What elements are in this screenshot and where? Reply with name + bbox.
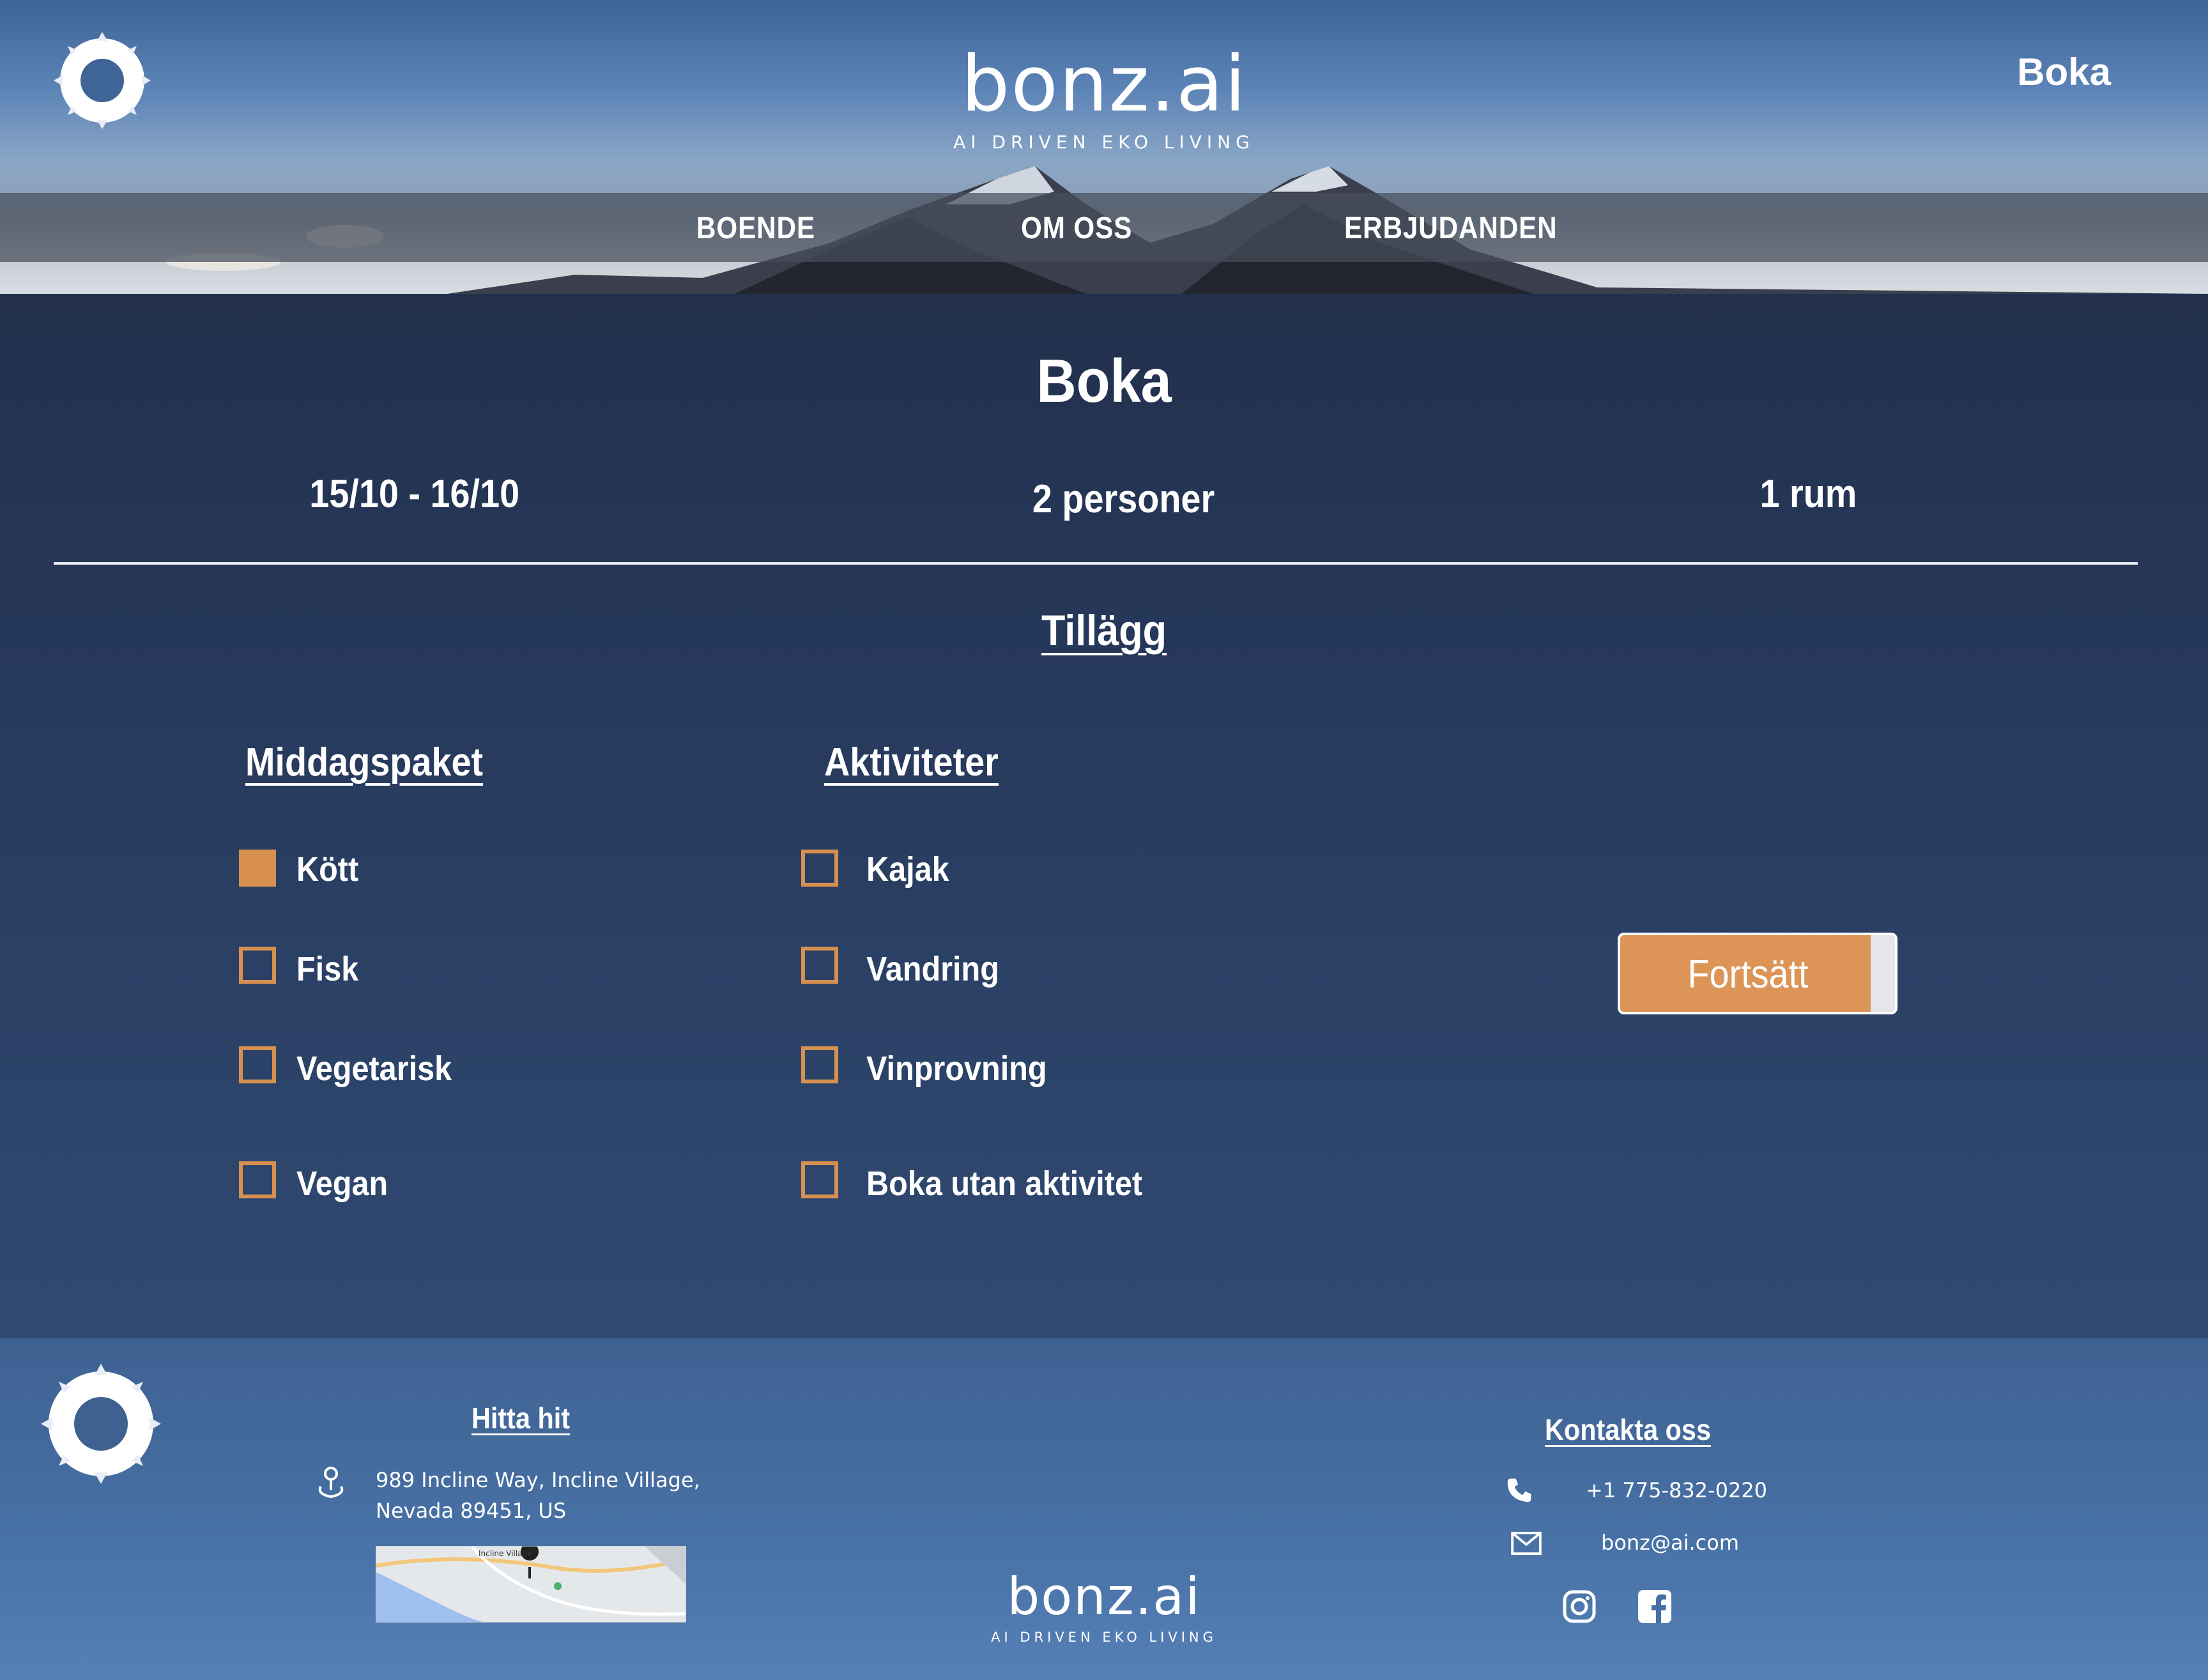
email-address[interactable]: bonz@ai.com [1601, 1527, 1739, 1558]
location-map[interactable]: Incline Village [376, 1546, 686, 1623]
checkbox[interactable] [801, 1046, 838, 1083]
activity-option-wine-tasting[interactable]: Vinprovning [801, 1046, 1248, 1088]
sun-logo-core [80, 59, 124, 102]
phone-icon[interactable] [1505, 1476, 1533, 1504]
divider [54, 562, 2138, 565]
checkbox[interactable] [801, 850, 838, 887]
nav-item-erbjudanden[interactable]: ERBJUDANDEN [1344, 211, 1558, 246]
summary-guests[interactable]: 2 personer [1032, 477, 1215, 522]
section-title-addons: Tillägg [1041, 606, 1167, 655]
brand-tagline: AI DRIVEN EKO LIVING [953, 132, 1255, 153]
map-place-label: Incline Village [479, 1549, 532, 1558]
checkbox[interactable] [801, 947, 838, 984]
checkbox[interactable] [239, 947, 276, 984]
dinner-option-vegan[interactable]: Vegan [239, 1161, 558, 1203]
footer-brand-logo[interactable]: bonz.ai AI DRIVEN EKO LIVING [944, 1567, 1264, 1646]
dinner-option-meat[interactable]: Kött [239, 850, 558, 890]
book-link[interactable]: Boka [2017, 50, 2111, 94]
checkbox[interactable] [239, 1046, 276, 1083]
button-edge [1871, 935, 1895, 1012]
location-pin-icon [318, 1467, 344, 1499]
activities-title: Aktiviteter [824, 740, 999, 784]
option-label: Kajak [866, 850, 949, 889]
option-label: Vinprovning [866, 1050, 1047, 1088]
brand-name: bonz.ai [961, 40, 1247, 129]
phone-number[interactable]: +1 775-832-0220 [1586, 1475, 1767, 1506]
summary-dates[interactable]: 15/10 - 16/10 [309, 471, 519, 517]
address-line-2: Nevada 89451, US [376, 1499, 567, 1523]
dinner-title: Middagspaket [245, 740, 484, 784]
brand-name: bonz.ai [1007, 1567, 1201, 1626]
summary-rooms[interactable]: 1 rum [1759, 471, 1857, 517]
dinner-option-fish[interactable]: Fisk [239, 947, 558, 988]
nav-item-boende[interactable]: BOENDE [696, 211, 815, 246]
site-header: bonz.ai AI DRIVEN EKO LIVING Boka BOENDE… [0, 0, 2208, 294]
checkbox[interactable] [239, 1161, 276, 1198]
checkbox[interactable] [801, 1161, 838, 1198]
activity-option-hiking[interactable]: Vandring [801, 947, 1248, 988]
sun-logo-core [74, 1397, 128, 1451]
option-label: Vegetarisk [296, 1050, 452, 1088]
sun-logo-icon[interactable] [54, 32, 151, 129]
option-label: Boka utan aktivitet [866, 1165, 1143, 1203]
nav-item-om-oss[interactable]: OM OSS [1021, 211, 1132, 246]
facebook-icon[interactable] [1638, 1590, 1671, 1623]
find-us-title: Hitta hit [471, 1401, 571, 1435]
contact-title: Kontakta oss [1545, 1413, 1711, 1446]
activity-option-kayak[interactable]: Kajak [801, 850, 1248, 890]
booking-section: Boka 15/10 - 16/10 2 personer 1 rum Till… [0, 294, 2208, 1338]
option-label: Kött [296, 850, 359, 889]
brand-logo[interactable]: bonz.ai AI DRIVEN EKO LIVING [912, 43, 1296, 153]
site-footer: Hitta hit 989 Incline Way, Incline Villa… [0, 1338, 2208, 1680]
instagram-icon[interactable] [1563, 1590, 1596, 1623]
option-label: Fisk [296, 950, 359, 988]
mail-icon[interactable] [1510, 1531, 1542, 1555]
option-label: Vegan [296, 1165, 388, 1203]
option-label: Vandring [866, 950, 999, 988]
continue-button-label: Fortsätt [1687, 952, 1809, 997]
brand-tagline: AI DRIVEN EKO LIVING [991, 1630, 1217, 1645]
sun-logo-icon[interactable] [41, 1364, 161, 1484]
address-line-1: 989 Incline Way, Incline Village, [376, 1468, 700, 1492]
dinner-option-vegetarian[interactable]: Vegetarisk [239, 1046, 558, 1088]
page-title: Boka [1036, 347, 1172, 415]
continue-button[interactable]: Fortsätt [1618, 933, 1897, 1014]
main-nav: BOENDE OM OSS ERBJUDANDEN [0, 193, 2208, 262]
activity-option-none[interactable]: Boka utan aktivitet [801, 1161, 1248, 1203]
checkbox[interactable] [239, 850, 276, 887]
